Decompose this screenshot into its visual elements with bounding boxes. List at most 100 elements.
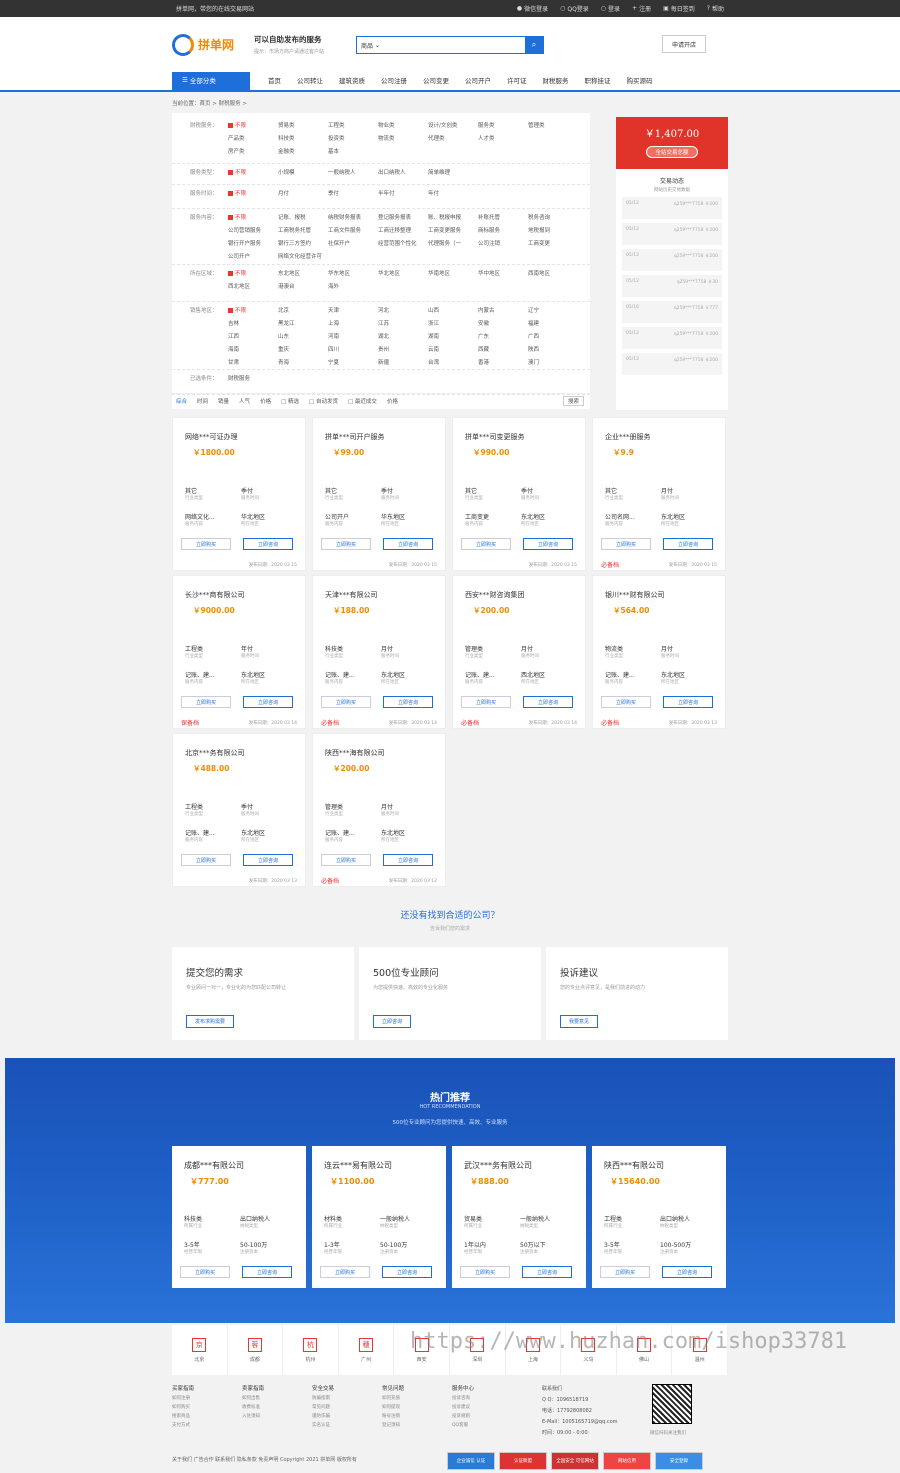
filter-option[interactable]: 投资类 bbox=[328, 134, 378, 142]
filter-option[interactable]: 云南 bbox=[428, 345, 478, 353]
filter-option[interactable]: 记账、报税 bbox=[278, 213, 328, 221]
nav-item[interactable]: 公司注册 bbox=[373, 75, 415, 85]
filter-option[interactable]: 湖北 bbox=[378, 332, 428, 340]
hot-card[interactable]: 成都***有限公司 ￥777.00 科技类 所属行业 出口纳税人 纳税类型 3-5年 经营年限… bbox=[172, 1146, 306, 1288]
buy-now-button[interactable]: 立即购买 bbox=[321, 696, 371, 708]
filter-option[interactable]: 账、税报申报 bbox=[428, 213, 478, 221]
checkin-link[interactable]: ▣ 每日签到 bbox=[663, 4, 695, 13]
sort-option[interactable]: □ 自动发货 bbox=[309, 397, 338, 405]
footer-link[interactable]: QQ客服 bbox=[452, 1422, 522, 1428]
listing-card[interactable]: 天津***有限公司 ￥188.00 科技类 行业类型 月付 服务时间 记账、建... 服务内容… bbox=[312, 575, 446, 729]
buy-now-button[interactable]: 立即购买 bbox=[600, 1266, 650, 1278]
filter-option[interactable]: 物流类 bbox=[378, 134, 428, 142]
buy-now-button[interactable]: 立即购买 bbox=[181, 538, 231, 550]
sort-option[interactable]: 价格 bbox=[260, 397, 271, 405]
filter-option[interactable] bbox=[528, 134, 578, 142]
consult-button[interactable]: 立即咨询 bbox=[383, 854, 433, 866]
listing-card[interactable]: 银川***财有限公司 ￥564.00 物流类 行业类型 月付 服务时间 记账、建... 服务内… bbox=[592, 575, 726, 729]
filter-option[interactable]: 公司开户 bbox=[228, 252, 278, 260]
listing-title[interactable]: 拼单***司开户服务 bbox=[325, 432, 385, 442]
service-button[interactable]: 发布求购需要 bbox=[186, 1015, 235, 1028]
filter-option[interactable]: 山东 bbox=[278, 332, 328, 340]
filter-option[interactable]: 青海 bbox=[278, 358, 328, 366]
consult-button[interactable]: 立即咨询 bbox=[662, 1266, 712, 1278]
footer-link[interactable]: 搜索商品 bbox=[172, 1413, 242, 1419]
consult-button[interactable]: 立即咨询 bbox=[383, 538, 433, 550]
hot-card[interactable]: 连云***易有限公司 ￥1100.00 材料类 所属行业 一般纳税人 纳税类型 1-3年 经营… bbox=[312, 1146, 446, 1288]
filter-option[interactable]: 华东地区 bbox=[328, 269, 378, 277]
trust-badge[interactable]: 全国安全 可信网站 bbox=[551, 1452, 599, 1470]
footer-link[interactable]: 常见问题 bbox=[312, 1404, 382, 1410]
filter-option[interactable]: 月付 bbox=[278, 189, 328, 197]
consult-button[interactable]: 立即咨询 bbox=[243, 854, 293, 866]
nav-item[interactable]: 首页 bbox=[260, 75, 289, 85]
filter-option[interactable]: 简单维理 bbox=[428, 168, 478, 176]
filter-option[interactable]: 澳门 bbox=[528, 358, 578, 366]
filter-option[interactable]: 产品类 bbox=[228, 134, 278, 142]
filter-option[interactable]: 河南 bbox=[328, 332, 378, 340]
listing-title[interactable]: 陕西***海有限公司 bbox=[325, 748, 385, 758]
hot-card[interactable]: 陕西***有限公司 ￥15640.00 工程类 所属行业 出口纳税人 纳税类型 3-5年 经营… bbox=[592, 1146, 726, 1288]
trust-badge[interactable]: 认证联盟 bbox=[499, 1452, 547, 1470]
filter-option[interactable]: 港澳台 bbox=[278, 282, 328, 290]
consult-button[interactable]: 立即咨询 bbox=[243, 538, 293, 550]
hot-card-title[interactable]: 连云***易有限公司 bbox=[324, 1160, 392, 1171]
filter-option[interactable]: 西藏 bbox=[478, 345, 528, 353]
filter-option[interactable]: 不限 bbox=[228, 189, 278, 197]
listing-card[interactable]: 网络***可证办理 ￥1800.00 其它 行业类型 季付 服务时间 网络文化... 服务内容… bbox=[172, 417, 306, 571]
filter-option[interactable]: 一般纳税人 bbox=[328, 168, 378, 176]
buy-now-button[interactable]: 立即购买 bbox=[460, 1266, 510, 1278]
trust-badge[interactable]: 企业诚信 认证 bbox=[447, 1452, 495, 1470]
consult-button[interactable]: 立即咨询 bbox=[523, 538, 573, 550]
listing-card[interactable]: 西安***财咨询集团 ￥200.00 管理类 行业类型 月付 服务时间 记账、建... 服务内… bbox=[452, 575, 586, 729]
footer-link[interactable]: 投诉建议 bbox=[452, 1404, 522, 1410]
all-categories-button[interactable]: ☰ 全部分类 bbox=[172, 70, 250, 90]
filter-option[interactable]: 财税服务 bbox=[228, 374, 278, 382]
filter-option[interactable]: 工商迁移整理 bbox=[378, 226, 428, 234]
buy-now-button[interactable]: 立即购买 bbox=[321, 854, 371, 866]
filter-option[interactable]: 吉林 bbox=[228, 319, 278, 327]
listing-title[interactable]: 拼单***司变更服务 bbox=[465, 432, 525, 442]
consult-button[interactable]: 立即咨询 bbox=[523, 696, 573, 708]
filter-search-button[interactable]: 搜索 bbox=[562, 395, 584, 406]
filter-option[interactable]: 银行三方签约 bbox=[278, 239, 328, 247]
filter-option[interactable]: 海南 bbox=[228, 345, 278, 353]
filter-option[interactable]: 辽宁 bbox=[528, 306, 578, 314]
nav-item[interactable]: 公司开户 bbox=[457, 75, 499, 85]
filter-option[interactable]: 物业类 bbox=[378, 121, 428, 129]
filter-option[interactable]: 西北地区 bbox=[228, 282, 278, 290]
footer-link[interactable]: 防骗指南 bbox=[312, 1395, 382, 1401]
nav-item[interactable]: 职称挂证 bbox=[577, 75, 619, 85]
nav-item[interactable]: 建筑资质 bbox=[331, 75, 373, 85]
filter-option[interactable]: 工商变更 bbox=[528, 239, 578, 247]
buy-now-button[interactable]: 立即购买 bbox=[320, 1266, 370, 1278]
filter-option[interactable]: 不限 bbox=[228, 121, 278, 129]
filter-option[interactable]: 公司注销 bbox=[478, 239, 528, 247]
footer-link[interactable]: 如何出售 bbox=[242, 1395, 312, 1401]
sort-option[interactable]: 综合 bbox=[176, 397, 187, 405]
trust-badge[interactable]: 网站信用 bbox=[603, 1452, 651, 1470]
nav-item[interactable]: 公司变更 bbox=[415, 75, 457, 85]
search-input[interactable] bbox=[385, 37, 525, 53]
open-shop-button[interactable]: 申请开店 bbox=[662, 35, 706, 53]
listing-title[interactable]: 银川***财有限公司 bbox=[605, 590, 665, 600]
filter-option[interactable]: 重庆 bbox=[278, 345, 328, 353]
buy-now-button[interactable]: 立即购买 bbox=[321, 538, 371, 550]
listing-title[interactable]: 北京***务有限公司 bbox=[185, 748, 245, 758]
consult-button[interactable]: 立即咨询 bbox=[243, 696, 293, 708]
filter-option[interactable]: 房产类 bbox=[228, 147, 278, 155]
filter-option[interactable]: 广东 bbox=[478, 332, 528, 340]
filter-option[interactable]: 代理类 bbox=[428, 134, 478, 142]
register-link[interactable]: + 注册 bbox=[632, 4, 651, 13]
footer-link[interactable]: 收费标准 bbox=[242, 1404, 312, 1410]
listing-card[interactable]: 长沙***商有限公司 ￥9000.00 工程类 行业类型 年付 服务时间 记账、建... 服务… bbox=[172, 575, 306, 729]
filter-option[interactable]: 管理类 bbox=[528, 121, 578, 129]
filter-option[interactable]: 天津 bbox=[328, 306, 378, 314]
filter-option[interactable]: 贵州 bbox=[378, 345, 428, 353]
filter-option[interactable]: 香港 bbox=[478, 358, 528, 366]
total-trade-button[interactable]: 全站交易总额 bbox=[646, 146, 698, 158]
listing-card[interactable]: 陕西***海有限公司 ￥200.00 管理类 行业类型 月付 服务时间 记账、建... 服务内… bbox=[312, 733, 446, 887]
filter-option[interactable]: 不限 bbox=[228, 213, 278, 221]
filter-option[interactable]: 人才类 bbox=[478, 134, 528, 142]
footer-link[interactable]: 如何注册 bbox=[172, 1395, 242, 1401]
